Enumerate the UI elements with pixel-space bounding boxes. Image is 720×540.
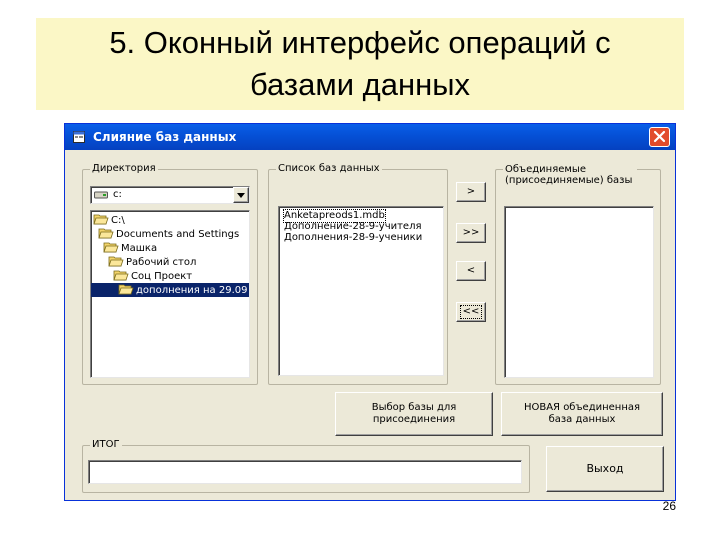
- tree-item[interactable]: дополнения на 29.09: [91, 283, 249, 297]
- drive-select[interactable]: c:: [90, 186, 250, 204]
- db-list-group: Список баз данных Anketapreods1.mdb Допол…: [268, 163, 448, 385]
- tree-item-label: C:\: [111, 215, 125, 226]
- db-list[interactable]: Anketapreods1.mdb Дополнение-28-9-учителя…: [278, 206, 444, 376]
- exit-button[interactable]: Выход: [546, 446, 664, 492]
- tree-item[interactable]: C:\: [93, 213, 125, 227]
- tree-item-label: дополнения на 29.09: [136, 285, 248, 296]
- remove-all-label: <<: [459, 305, 483, 319]
- merged-group: Объединяемые (присоединяемые) базы: [495, 164, 661, 385]
- folder-open-icon: [93, 214, 109, 225]
- new-db-button[interactable]: НОВАЯ объединенная база данных: [501, 392, 663, 436]
- window-titlebar[interactable]: Слияние баз данных: [65, 124, 675, 150]
- folder-open-icon: [103, 242, 119, 253]
- merged-list[interactable]: [504, 206, 654, 378]
- tree-item[interactable]: Соц Проект: [113, 269, 192, 283]
- directory-group: Директория c: C:\ Documents and Settings М…: [82, 163, 258, 385]
- window-title: Слияние баз данных: [93, 130, 237, 144]
- slide-title: 5. Оконный интерфейс операций с базами д…: [36, 18, 684, 110]
- tree-item-label: Documents and Settings: [116, 229, 240, 240]
- tree-item-label: Машка: [121, 243, 158, 254]
- merged-legend: Объединяемые (присоединяемые) базы: [503, 164, 637, 186]
- directory-tree[interactable]: C:\ Documents and Settings Машка Рабочий ст…: [90, 210, 250, 378]
- add-all-button[interactable]: >>: [456, 223, 486, 243]
- tree-item-label: Соц Проект: [131, 271, 193, 282]
- drive-icon: [94, 191, 108, 199]
- close-icon: [653, 130, 666, 143]
- app-icon: [73, 131, 85, 143]
- db-list-legend: Список баз данных: [276, 163, 382, 175]
- chevron-down-icon: [237, 192, 245, 198]
- tree-item[interactable]: Рабочий стол: [108, 255, 196, 269]
- folder-open-icon: [118, 284, 134, 295]
- slide-title-line1: 5. Оконный интерфейс операций с: [109, 25, 611, 60]
- result-group: ИТОГ: [82, 439, 530, 493]
- close-button[interactable]: [649, 127, 670, 147]
- folder-open-icon: [98, 228, 114, 239]
- tree-item[interactable]: Documents and Settings: [98, 227, 239, 241]
- remove-all-button[interactable]: <<: [456, 302, 486, 322]
- directory-legend: Директория: [90, 163, 158, 175]
- tree-item-label: Рабочий стол: [126, 257, 197, 268]
- folder-open-icon: [113, 270, 129, 281]
- page-number: 26: [662, 499, 676, 513]
- result-field[interactable]: [88, 460, 522, 484]
- tree-item[interactable]: Машка: [103, 241, 157, 255]
- remove-one-button[interactable]: <: [456, 261, 486, 281]
- folder-open-icon: [108, 256, 124, 267]
- slide-title-line2: базами данных: [250, 67, 470, 102]
- result-legend: ИТОГ: [90, 439, 122, 451]
- merge-window: Слияние баз данных Директория c: C:\ Docu…: [64, 123, 676, 501]
- db-list-item[interactable]: Дополнения-28-9-ученики: [284, 232, 422, 244]
- drive-value: c:: [113, 189, 122, 200]
- add-one-button[interactable]: >: [456, 182, 486, 202]
- drive-dropdown-button[interactable]: [233, 187, 249, 203]
- select-db-button[interactable]: Выбор базы для присоединения: [335, 392, 493, 436]
